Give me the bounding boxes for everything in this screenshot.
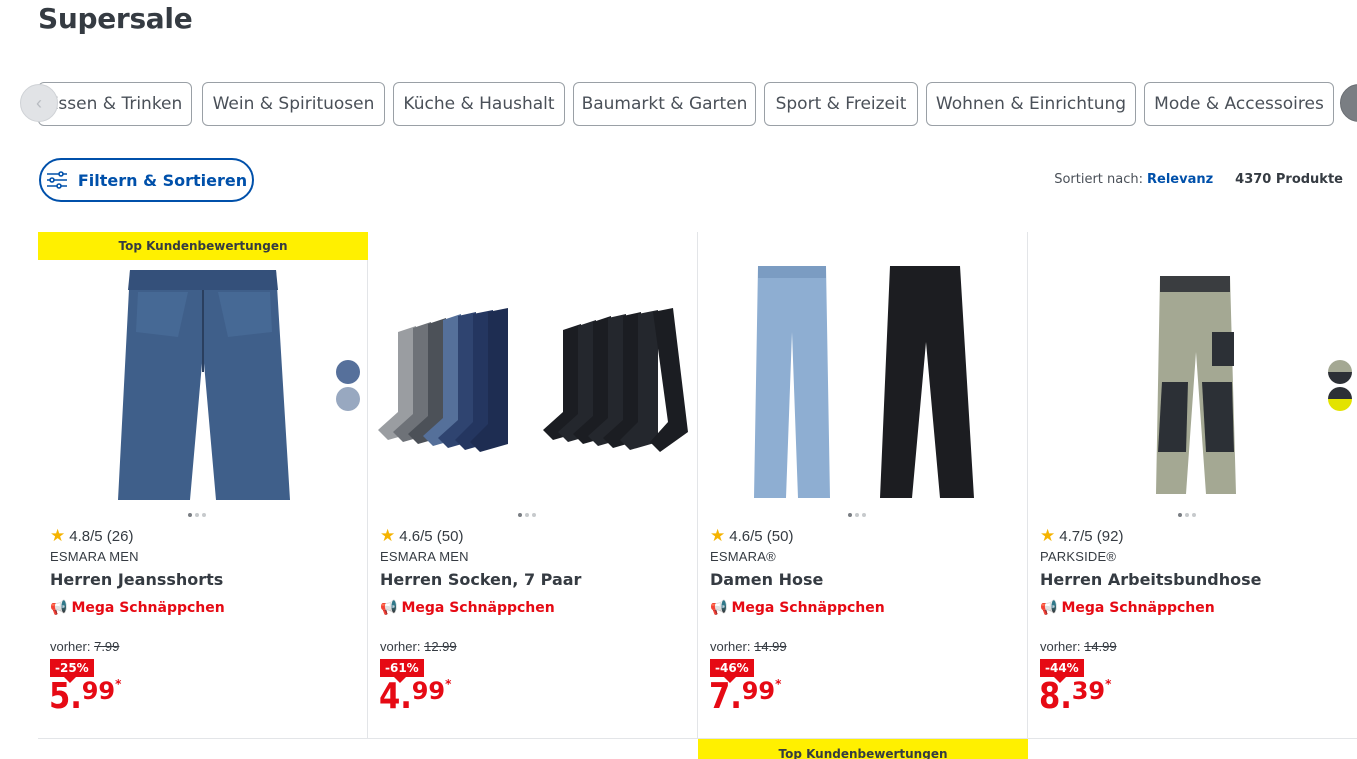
brand: ESMARA®: [710, 549, 776, 564]
megaphone-icon: 📢: [1040, 600, 1058, 616]
sliders-icon: [46, 171, 67, 189]
product-card[interactable]: Top Kundenbewertungen ★ 4.8/5 (26) ESMARA…: [38, 232, 368, 738]
product-image[interactable]: [368, 262, 698, 508]
rating: ★ 4.6/5 (50): [380, 526, 464, 545]
price: 4. 99 *: [379, 676, 452, 717]
brand: PARKSIDE®: [1040, 549, 1117, 564]
discount-badge: -46%: [710, 659, 754, 683]
previous-price: vorher: 7.99: [50, 639, 120, 654]
category-chip[interactable]: Küche & Haushalt: [393, 82, 565, 126]
category-chip[interactable]: Wohnen & Einrichtung: [926, 82, 1136, 126]
top-reviews-badge: Top Kundenbewertungen: [38, 232, 368, 260]
rating: ★ 4.6/5 (50): [710, 526, 794, 545]
color-swatch[interactable]: [336, 387, 360, 411]
previous-price: vorher: 14.99: [1040, 639, 1117, 654]
rating: ★ 4.8/5 (26): [50, 526, 134, 545]
image-pager: [1178, 513, 1196, 517]
brand: ESMARA MEN: [380, 549, 469, 564]
category-chip[interactable]: Baumarkt & Garten: [573, 82, 756, 126]
category-chip[interactable]: Wein & Spirituosen: [202, 82, 385, 126]
promo-label: 📢 Mega Schnäppchen: [380, 600, 555, 616]
product-name[interactable]: Herren Arbeitsbundhose: [1040, 570, 1262, 589]
image-pager: [518, 513, 536, 517]
product-name[interactable]: Herren Socken, 7 Paar: [380, 570, 581, 589]
discount-badge: -61%: [380, 659, 424, 683]
product-count: 4370 Produkte: [1235, 172, 1343, 187]
megaphone-icon: 📢: [380, 600, 398, 616]
filter-sort-label: Filtern & Sortieren: [77, 170, 248, 190]
product-card[interactable]: ★ 4.7/5 (92) PARKSIDE® Herren Arbeitsbund…: [1028, 232, 1357, 738]
rating: ★ 4.7/5 (92): [1040, 526, 1124, 545]
discount-badge: -25%: [50, 659, 94, 683]
product-image[interactable]: [1028, 262, 1357, 508]
product-image[interactable]: [698, 262, 1028, 508]
sort-prefix: Sortiert nach:: [1054, 172, 1143, 187]
category-chip[interactable]: Sport & Freizeit: [764, 82, 918, 126]
product-name[interactable]: Damen Hose: [710, 570, 823, 589]
filter-sort-button[interactable]: Filtern & Sortieren: [39, 158, 254, 202]
megaphone-icon: 📢: [50, 600, 68, 616]
discount-badge: -44%: [1040, 659, 1084, 683]
megaphone-icon: 📢: [710, 600, 728, 616]
product-name[interactable]: Herren Jeansshorts: [50, 570, 223, 589]
category-nav: Essen & Trinken Wein & Spirituosen Küche…: [0, 80, 1357, 128]
sort-value-link[interactable]: Relevanz: [1147, 172, 1213, 187]
star-icon: ★: [50, 526, 66, 545]
sort-info: Sortiert nach: Relevanz 4370 Produkte: [1054, 172, 1343, 187]
price: 8. 39 *: [1039, 676, 1112, 717]
color-swatch[interactable]: [1328, 387, 1352, 411]
previous-price: vorher: 14.99: [710, 639, 787, 654]
price: 5. 99 *: [49, 676, 122, 717]
scroll-right-button[interactable]: [1340, 84, 1357, 122]
chevron-left-icon: ‹: [36, 92, 42, 113]
product-grid: Top Kundenbewertungen ★ 4.8/5 (26) ESMARA…: [38, 232, 1357, 759]
product-image[interactable]: [38, 262, 368, 508]
color-swatch[interactable]: [1328, 360, 1352, 384]
previous-price: vorher: 12.99: [380, 639, 457, 654]
top-reviews-badge: Top Kundenbewertungen: [698, 739, 1028, 759]
image-pager: [188, 513, 206, 517]
category-chip[interactable]: Mode & Accessoires: [1144, 82, 1334, 126]
promo-label: 📢 Mega Schnäppchen: [50, 600, 225, 616]
product-card[interactable]: ★ 4.6/5 (50) ESMARA® Damen Hose 📢 Mega Sch…: [698, 232, 1028, 738]
product-card[interactable]: ★ 4.6/5 (50) ESMARA MEN Herren Socken, 7 …: [368, 232, 698, 738]
page-title: Supersale: [38, 2, 193, 35]
category-chip[interactable]: Essen & Trinken: [38, 82, 192, 126]
promo-label: 📢 Mega Schnäppchen: [710, 600, 885, 616]
star-icon: ★: [1040, 526, 1056, 545]
brand: ESMARA MEN: [50, 549, 139, 564]
star-icon: ★: [710, 526, 726, 545]
promo-label: 📢 Mega Schnäppchen: [1040, 600, 1215, 616]
color-swatch[interactable]: [336, 360, 360, 384]
star-icon: ★: [380, 526, 396, 545]
image-pager: [848, 513, 866, 517]
scroll-left-button[interactable]: ‹: [20, 84, 58, 122]
price: 7. 99 *: [709, 676, 782, 717]
